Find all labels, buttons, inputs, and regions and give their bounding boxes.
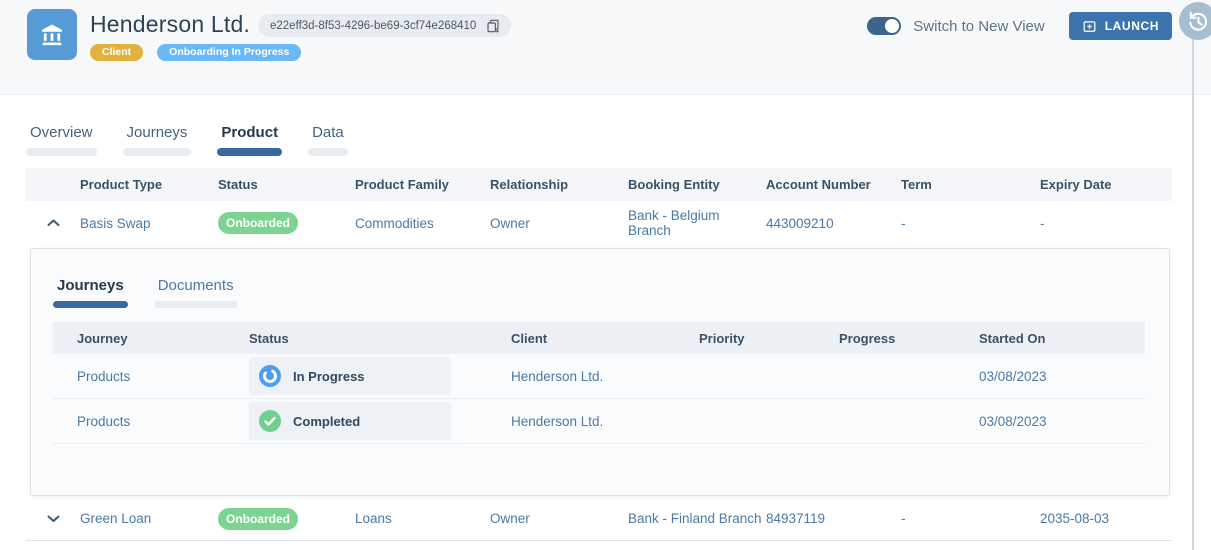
product-family-cell: Loans: [355, 511, 392, 526]
chevron-up-icon[interactable]: [26, 219, 80, 227]
col-product-type: Product Type: [80, 177, 163, 192]
product-family-cell: Commodities: [355, 215, 434, 231]
journey-link[interactable]: Products: [53, 369, 249, 384]
panel-tab-documents[interactable]: Documents: [153, 277, 238, 308]
col-started-on: Started On: [979, 330, 1046, 346]
col-expiry-date: Expiry Date: [1040, 177, 1112, 192]
onboarded-status-pill: Onboarded: [218, 212, 298, 234]
journey-status-label: In Progress: [293, 368, 365, 384]
booking-entity-cell: Bank - Finland Branch: [628, 511, 762, 526]
journey-status-cell: In Progress: [249, 357, 511, 395]
product-row-green-loan[interactable]: Green Loan Onboarded Loans Owner Bank - …: [26, 497, 1172, 541]
badge-row: Client Onboarding In Progress: [90, 44, 302, 61]
journey-started-on-cell: 03/08/2023: [979, 368, 1047, 384]
tab-overview-label: Overview: [30, 124, 93, 141]
col-status: Status: [218, 177, 258, 192]
panel-tab-journeys-label: Journeys: [57, 277, 124, 294]
status-cell: Onboarded: [218, 212, 355, 234]
tab-overview[interactable]: Overview: [26, 124, 97, 156]
page-title: Henderson Ltd.: [90, 11, 251, 37]
launch-button[interactable]: LAUNCH: [1068, 12, 1172, 40]
journey-table: Journey Status Client Priority Progress …: [53, 322, 1145, 444]
term-cell: -: [901, 215, 906, 231]
copy-icon[interactable]: [485, 18, 501, 34]
panel-tab-documents-label: Documents: [157, 277, 234, 294]
journey-status-label: Completed: [293, 413, 361, 429]
journey-link[interactable]: Products: [53, 414, 249, 429]
journey-row-in-progress[interactable]: Products In Progress Henderson Ltd. 03/0…: [53, 354, 1145, 399]
switch-view-toggle[interactable]: [867, 17, 902, 35]
tab-product-label: Product: [221, 124, 279, 141]
onboarded-status-pill: Onboarded: [218, 507, 298, 530]
product-row-basis-swap[interactable]: Basis Swap Onboarded Commodities Owner B…: [26, 201, 1172, 245]
col-journey: Journey: [77, 330, 128, 346]
tab-data-underline: [308, 148, 348, 156]
col-account-number: Account Number: [766, 177, 871, 192]
panel-tabs: Journeys Documents: [53, 277, 238, 308]
completed-icon: [259, 410, 281, 432]
journey-client-link[interactable]: Henderson Ltd.: [511, 369, 699, 384]
journey-client-link[interactable]: Henderson Ltd.: [511, 414, 699, 429]
col-term: Term: [901, 177, 932, 192]
col-product-family: Product Family: [355, 177, 449, 192]
relationship-cell: Owner: [490, 215, 530, 231]
expiry-date-cell: -: [1040, 215, 1045, 231]
journey-started-on-cell: 03/08/2023: [979, 413, 1047, 429]
panel-tab-journeys[interactable]: Journeys: [53, 277, 128, 308]
bank-icon: [27, 9, 77, 60]
main-tabs: Overview Journeys Product Data: [26, 124, 348, 156]
in-progress-icon: [259, 365, 281, 387]
launch-button-label: LAUNCH: [1104, 19, 1159, 33]
tab-data[interactable]: Data: [308, 124, 348, 156]
history-icon: [1186, 9, 1211, 34]
client-header: Henderson Ltd. e22eff3d-8f53-4296-be69-3…: [0, 0, 1211, 95]
tab-product-underline: [217, 148, 283, 156]
panel-tab-journeys-underline: [53, 301, 128, 308]
client-id-value: e22eff3d-8f53-4296-be69-3cf74e268410: [270, 19, 477, 32]
col-priority: Priority: [699, 330, 745, 346]
in-progress-chip: In Progress: [249, 357, 451, 395]
journey-table-header: Journey Status Client Priority Progress …: [53, 322, 1145, 354]
status-cell: Onboarded: [218, 507, 355, 530]
completed-chip: Completed: [249, 402, 451, 440]
expiry-date-cell: 2035-08-03: [1040, 511, 1110, 526]
account-number-cell: 443009210: [766, 215, 834, 231]
tab-journeys-underline: [122, 148, 192, 156]
tab-product[interactable]: Product: [217, 124, 283, 156]
panel-tab-documents-underline: [153, 301, 238, 308]
toggle-knob: [885, 19, 900, 33]
tab-journeys-label: Journeys: [126, 124, 188, 141]
journey-status-cell: Completed: [249, 402, 511, 440]
header-actions: Switch to New View LAUNCH: [867, 12, 1172, 40]
journey-row-completed[interactable]: Products Completed Henderson Ltd. 03/08/…: [53, 399, 1145, 444]
booking-entity-cell: Bank - Belgium Branch: [628, 208, 720, 238]
client-id-pill: e22eff3d-8f53-4296-be69-3cf74e268410: [258, 14, 512, 37]
col-progress: Progress: [839, 330, 896, 346]
switch-view-label: Switch to New View: [913, 17, 1045, 35]
history-button[interactable]: [1179, 2, 1211, 40]
product-table-header: Product Type Status Product Family Relat…: [26, 168, 1172, 201]
folder-plus-icon: [1082, 19, 1097, 34]
product-type-link[interactable]: Green Loan: [80, 511, 218, 526]
col-relationship: Relationship: [490, 177, 569, 192]
term-cell: -: [901, 511, 906, 526]
col-client: Client: [511, 330, 548, 346]
col-booking-entity: Booking Entity: [628, 177, 720, 192]
account-number-cell: 84937119: [766, 511, 826, 526]
onboarding-status-badge: Onboarding In Progress: [157, 44, 302, 61]
client-type-badge: Client: [90, 44, 144, 61]
tab-overview-underline: [26, 148, 97, 156]
product-table: Product Type Status Product Family Relat…: [26, 168, 1172, 541]
scrollbar-track[interactable]: [1192, 38, 1194, 550]
relationship-cell: Owner: [490, 511, 530, 526]
tab-data-label: Data: [312, 124, 344, 141]
journey-panel: Journeys Documents Journey Status Client…: [30, 248, 1170, 496]
chevron-down-icon[interactable]: [26, 515, 80, 523]
product-type-link[interactable]: Basis Swap: [80, 216, 218, 231]
col-journey-status: Status: [249, 330, 289, 346]
tab-journeys[interactable]: Journeys: [122, 124, 192, 156]
